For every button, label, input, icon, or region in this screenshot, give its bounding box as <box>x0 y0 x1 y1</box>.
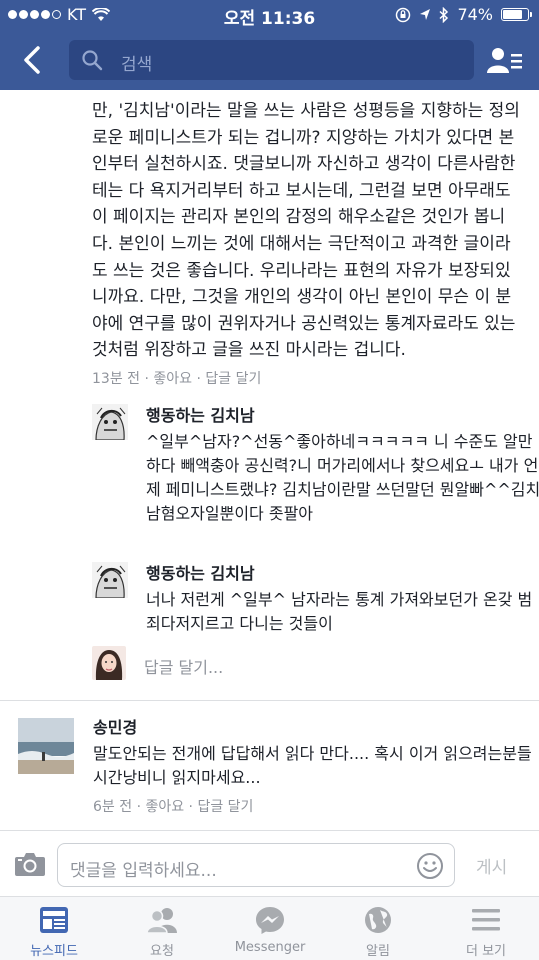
battery-percent: 74% <box>457 5 493 24</box>
avatar[interactable] <box>18 718 74 774</box>
location-icon <box>420 8 431 20</box>
messenger-icon <box>256 907 284 934</box>
post-button[interactable]: 게시 <box>476 853 507 878</box>
news-feed-icon <box>40 907 68 933</box>
divider <box>0 700 539 701</box>
tab-requests[interactable]: 요청 <box>108 897 216 960</box>
emoji-icon[interactable] <box>416 852 444 880</box>
reply-text: ^일부^남자?^선동^좋아하네ㅋㅋㅋㅋㅋ 니 수준도 알만하다 빼액충아 공신력… <box>146 432 539 523</box>
status-right: 74% <box>395 5 532 24</box>
tab-label: 알림 <box>366 944 390 959</box>
tab-bar: 뉴스피드 요청 Messenger 알림 더 보기 <box>0 896 539 960</box>
tab-label: 더 보기 <box>465 944 506 959</box>
avatar[interactable] <box>92 562 128 598</box>
tab-news-feed[interactable]: 뉴스피드 <box>0 897 108 960</box>
comment-meta[interactable]: 13분 전 · 좋아요 · 답글 달기 <box>92 368 261 388</box>
comment-author[interactable]: 송민경 <box>93 714 533 738</box>
tab-label: 요청 <box>150 944 174 959</box>
avatar[interactable] <box>92 404 128 440</box>
tab-messenger[interactable]: Messenger <box>216 897 324 960</box>
tab-more[interactable]: 더 보기 <box>432 897 539 960</box>
reply-author[interactable]: 행동하는 김치남 <box>146 402 539 426</box>
comment-composer: 댓글을 입력하세요... 게시 <box>0 830 539 896</box>
notifications-globe-icon <box>365 907 391 933</box>
reply-author[interactable]: 행동하는 김치남 <box>146 560 539 584</box>
comment-input[interactable]: 댓글을 입력하세요... <box>57 843 455 887</box>
search-input[interactable]: 검색 <box>69 40 474 80</box>
screen: KT 오전 11:36 74% 검색 만, '김치남'이라는 말을 쓰는 사람은… <box>0 0 539 960</box>
comment-text: 만, '김치남'이라는 말을 쓰는 사람은 성평등을 지향하는 정의로운 페미니… <box>92 101 520 361</box>
reply-body: 행동하는 김치남 ^일부^남자?^선동^좋아하네ㅋㅋㅋㅋㅋ 니 수준도 알만하다… <box>146 402 539 526</box>
comment-text: 말도안되는 전개에 답답해서 읽다 만다.... 혹시 이거 읽으려는분들 시간… <box>93 744 532 787</box>
bluetooth-icon <box>439 6 449 23</box>
nav-bar: 검색 <box>0 30 539 90</box>
friend-requests-icon <box>147 908 177 934</box>
reply-text: 너나 저런게 ^일부^ 남자라는 통계 가져와보던가 온갖 범죄다저지르고 다니… <box>146 590 533 633</box>
tab-label: 뉴스피드 <box>30 944 78 959</box>
comment-body: 송민경 말도안되는 전개에 답답해서 읽다 만다.... 혹시 이거 읽으려는분… <box>93 714 533 790</box>
battery-icon <box>501 8 532 21</box>
rotation-lock-icon <box>396 7 411 22</box>
back-icon[interactable] <box>18 44 48 76</box>
comment-meta[interactable]: 6분 전 · 좋아요 · 답글 달기 <box>93 796 253 816</box>
reply-body: 행동하는 김치남 너나 저런게 ^일부^ 남자라는 통계 가져와보던가 온갖 범… <box>146 560 539 636</box>
status-bar: KT 오전 11:36 74% <box>0 0 539 30</box>
friend-list-icon[interactable] <box>487 46 523 74</box>
tab-notifications[interactable]: 알림 <box>324 897 432 960</box>
more-menu-icon <box>472 909 500 931</box>
avatar <box>92 646 126 680</box>
tab-label: Messenger <box>234 940 306 955</box>
comment-placeholder: 댓글을 입력하세요... <box>70 861 217 881</box>
reply-prompt: 답글 달기... <box>144 658 224 677</box>
camera-icon[interactable] <box>14 851 46 877</box>
comment-thread: 만, '김치남'이라는 말을 쓰는 사람은 성평등을 지향하는 정의로운 페미니… <box>0 90 539 830</box>
search-placeholder: 검색 <box>121 55 153 75</box>
search-icon <box>82 50 103 71</box>
